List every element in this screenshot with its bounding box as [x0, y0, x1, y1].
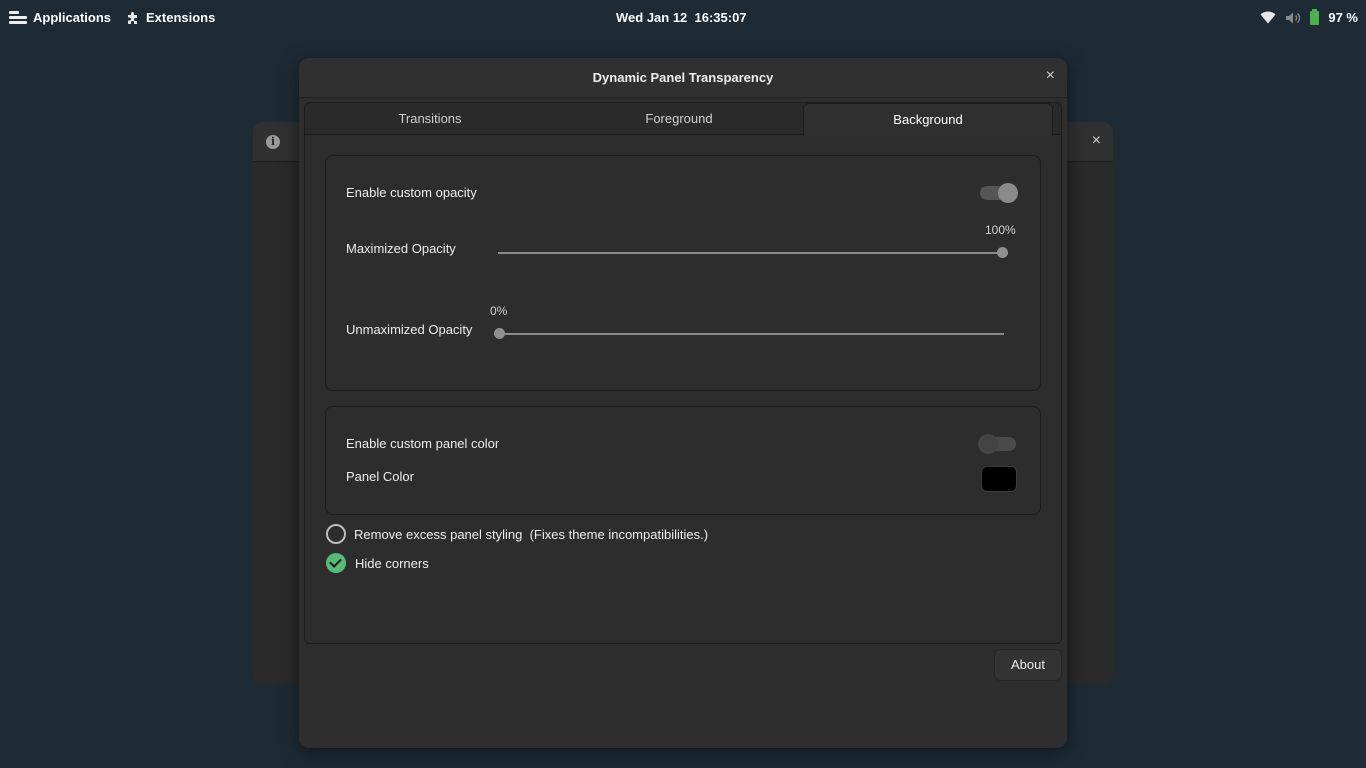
tab-bar: Transitions Foreground Background [305, 103, 1061, 136]
puzzle-icon [128, 11, 137, 24]
maximized-opacity-label: Maximized Opacity [346, 241, 456, 256]
enable-custom-panel-color-switch[interactable] [978, 434, 1016, 454]
settings-notebook: Transitions Foreground Background Enable… [304, 102, 1062, 644]
applications-label: Applications [33, 10, 112, 25]
close-icon[interactable]: × [1092, 132, 1101, 150]
enable-custom-opacity-switch[interactable] [980, 183, 1018, 203]
battery-icon [1310, 8, 1320, 25]
enable-custom-panel-color-label: Enable custom panel color [346, 436, 500, 451]
about-button[interactable]: About [994, 649, 1062, 681]
battery-percent: 97 % [1328, 10, 1358, 25]
tab-foreground[interactable]: Foreground [555, 103, 803, 135]
applications-menu[interactable]: Applications [9, 10, 111, 25]
checkmark-icon[interactable] [326, 553, 346, 573]
unchecked-circle-icon[interactable] [326, 524, 346, 544]
hide-corners-label: Hide corners [355, 555, 429, 571]
opacity-frame: Enable custom opacity 100% Maximized Opa… [325, 155, 1041, 391]
unmaximized-opacity-handle[interactable] [494, 328, 505, 339]
dialog-header: Dynamic Panel Transparency × [299, 58, 1067, 98]
unmaximized-opacity-value: 0% [490, 304, 508, 318]
tab-background[interactable]: Background [803, 103, 1053, 136]
close-button[interactable]: × [1046, 67, 1055, 85]
top-bar: Applications Extensions Wed Jan 12 16:35… [0, 0, 1366, 36]
tab-transitions[interactable]: Transitions [305, 103, 555, 135]
system-tray[interactable]: 97 % [1260, 8, 1358, 25]
panel-color-label: Panel Color [346, 469, 414, 484]
enable-custom-opacity-label: Enable custom opacity [346, 185, 477, 200]
panel-color-button[interactable] [981, 466, 1017, 492]
wifi-icon [1260, 11, 1276, 24]
preferences-dialog: Dynamic Panel Transparency × Transitions… [299, 58, 1067, 748]
clock-label: Wed Jan 12 16:35:07 [616, 10, 747, 25]
remove-excess-styling-label: Remove excess panel styling (Fixes theme… [354, 526, 709, 542]
volume-icon [1286, 12, 1301, 23]
panel-color-frame: Enable custom panel color Panel Color [325, 406, 1041, 515]
maximized-opacity-handle[interactable] [997, 247, 1008, 258]
unmaximized-opacity-slider[interactable] [494, 327, 1004, 341]
hide-corners-option[interactable]: Hide corners [326, 553, 429, 573]
clock[interactable]: Wed Jan 12 16:35:07 [616, 10, 747, 25]
maximized-opacity-slider[interactable] [498, 246, 1008, 260]
unmaximized-opacity-label: Unmaximized Opacity [346, 322, 473, 337]
applications-icon [9, 10, 27, 25]
dialog-title: Dynamic Panel Transparency [592, 70, 774, 85]
info-icon[interactable]: i [266, 135, 280, 149]
extensions-label: Extensions [146, 10, 216, 25]
extensions-menu[interactable]: Extensions [126, 10, 215, 25]
remove-excess-styling-option[interactable]: Remove excess panel styling (Fixes theme… [326, 524, 708, 544]
maximized-opacity-value: 100% [985, 223, 1016, 237]
